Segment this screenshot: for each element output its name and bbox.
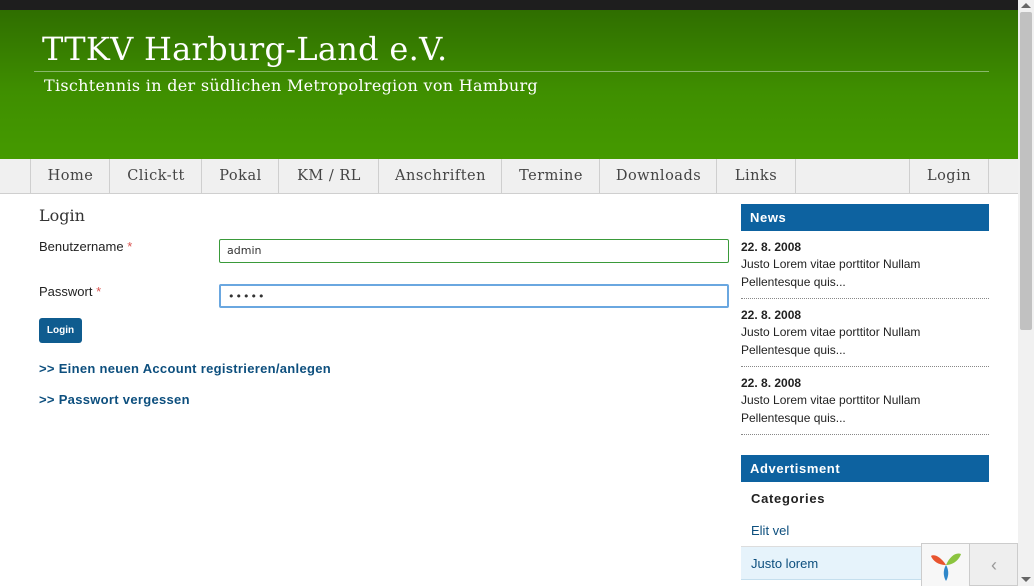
nav-item-km-rl[interactable]: KM / RL	[278, 159, 379, 193]
required-marker: *	[127, 239, 133, 254]
scrollbar-thumb[interactable]	[1020, 12, 1032, 330]
password-label: Passwort *	[39, 284, 101, 299]
news-date: 22. 8. 2008	[741, 376, 802, 390]
required-marker: *	[96, 284, 102, 299]
news-text[interactable]: Justo Lorem vitae porttitor Nullam Pelle…	[741, 391, 989, 427]
yii-logo-icon[interactable]	[922, 544, 970, 586]
username-label: Benutzername *	[39, 239, 132, 254]
login-button[interactable]: Login	[39, 318, 82, 343]
nav-item-login[interactable]: Login	[909, 159, 989, 193]
username-input[interactable]: admin	[219, 239, 729, 263]
nav-item-pokal[interactable]: Pokal	[201, 159, 279, 193]
news-item[interactable]: 22. 8. 2008 Justo Lorem vitae porttitor …	[741, 231, 989, 299]
news-text[interactable]: Justo Lorem vitae porttitor Nullam Pelle…	[741, 255, 989, 291]
nav-item-downloads[interactable]: Downloads	[599, 159, 717, 193]
news-heading: News	[741, 204, 989, 231]
site-subtitle: Tischtennis in der südlichen Metropolreg…	[44, 76, 538, 95]
password-input[interactable]: •••••	[219, 284, 729, 308]
scroll-down-icon[interactable]	[1021, 577, 1031, 582]
nav-item-anschriften[interactable]: Anschriften	[378, 159, 502, 193]
top-bar	[0, 0, 1018, 10]
username-label-text: Benutzername	[39, 239, 124, 254]
scroll-up-icon[interactable]	[1021, 3, 1031, 8]
nav-item-links[interactable]: Links	[716, 159, 796, 193]
sidebar: News 22. 8. 2008 Justo Lorem vitae portt…	[741, 204, 989, 580]
advertisement-heading: Advertisment	[741, 455, 989, 482]
main-nav: Home Click-tt Pokal KM / RL Anschriften …	[0, 159, 1018, 194]
page-title: Login	[39, 206, 85, 225]
nav-item-home[interactable]: Home	[30, 159, 110, 193]
nav-item-click-tt[interactable]: Click-tt	[109, 159, 202, 193]
news-date: 22. 8. 2008	[741, 240, 802, 254]
site-header: TTKV Harburg-Land e.V. Tischtennis in de…	[0, 10, 1018, 159]
password-label-text: Passwort	[39, 284, 93, 299]
categories-heading: Categories	[751, 491, 826, 506]
site-title[interactable]: TTKV Harburg-Land e.V.	[42, 30, 447, 68]
news-item[interactable]: 22. 8. 2008 Justo Lorem vitae porttitor …	[741, 367, 989, 435]
login-form: Login Benutzername * admin Passwort * ••…	[39, 206, 729, 407]
nav-item-termine[interactable]: Termine	[501, 159, 600, 193]
news-text[interactable]: Justo Lorem vitae porttitor Nullam Pelle…	[741, 323, 989, 359]
chevron-left-icon[interactable]: ‹	[970, 544, 1018, 586]
forgot-password-link[interactable]: >> Passwort vergessen	[39, 392, 190, 407]
news-date: 22. 8. 2008	[741, 308, 802, 322]
header-divider	[34, 71, 989, 72]
news-item[interactable]: 22. 8. 2008 Justo Lorem vitae porttitor …	[741, 299, 989, 367]
register-link[interactable]: >> Einen neuen Account registrieren/anle…	[39, 361, 331, 376]
debug-toolbar-widget[interactable]: ‹	[921, 543, 1018, 586]
